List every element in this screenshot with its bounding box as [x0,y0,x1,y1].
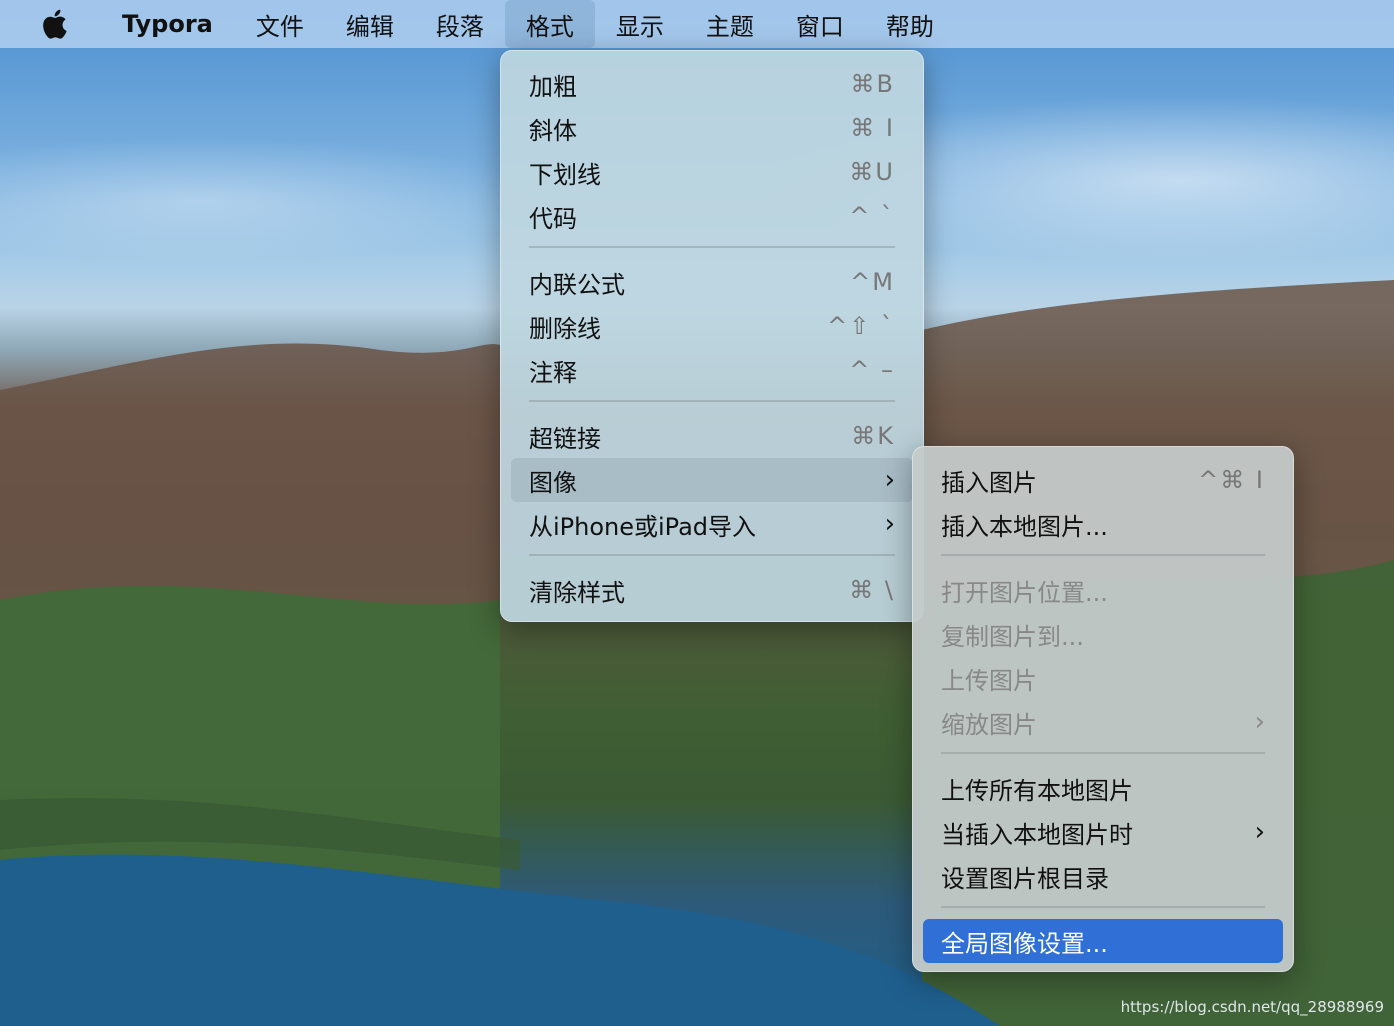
menu-item-label: 插入本地图片... [941,512,1108,541]
menu-item-bold[interactable]: 加粗 ⌘B [511,62,913,106]
menu-item-import-from-iphone[interactable]: 从iPhone或iPad导入 › [511,502,913,546]
submenu-item-when-insert-local-image[interactable]: 当插入本地图片时 › [923,810,1283,854]
menu-item-strikethrough[interactable]: 删除线 ^⇧ ` [511,304,913,348]
menu-item-label: 缩放图片 [941,710,1037,739]
submenu-item-zoom-image[interactable]: 缩放图片 › [923,700,1283,744]
chevron-right-icon: › [884,509,895,539]
menu-separator [941,554,1265,556]
shortcut-label: ^M [850,268,895,296]
menu-item-label: 清除样式 [529,578,625,607]
shortcut-label: ⌘ I [850,114,895,142]
chevron-right-icon: › [1254,707,1265,737]
watermark-text: https://blog.csdn.net/qq_28988969 [1120,998,1384,1016]
menu-item-code[interactable]: 代码 ^ ` [511,194,913,238]
menu-paragraph[interactable]: 段落 [415,0,505,48]
shortcut-label: ^⇧ ` [827,312,895,340]
shortcut-label: ^ ` [849,202,895,230]
menu-item-label: 删除线 [529,314,601,343]
menu-item-label: 下划线 [529,160,601,189]
menu-item-label: 插入图片 [941,468,1037,497]
menu-themes[interactable]: 主题 [685,0,775,48]
menu-item-label: 内联公式 [529,270,625,299]
menu-bar: Typora 文件 编辑 段落 格式 显示 主题 窗口 帮助 [0,0,1394,48]
submenu-item-set-image-root[interactable]: 设置图片根目录 [923,854,1283,898]
menu-file[interactable]: 文件 [235,0,325,48]
menu-separator [529,400,895,402]
menu-window[interactable]: 窗口 [775,0,865,48]
apple-menu[interactable] [0,0,100,48]
menu-format[interactable]: 格式 [504,0,595,48]
apple-icon [43,9,67,39]
menu-item-label: 上传所有本地图片 [941,776,1133,805]
shortcut-label: ⌘U [849,158,895,186]
menu-item-label: 加粗 [529,72,577,101]
menu-separator [941,906,1265,908]
menu-item-clear-format[interactable]: 清除样式 ⌘ \ [511,568,913,612]
chevron-right-icon: › [1254,817,1265,847]
menu-item-hyperlink[interactable]: 超链接 ⌘K [511,414,913,458]
format-menu: 加粗 ⌘B 斜体 ⌘ I 下划线 ⌘U 代码 ^ ` 内联公式 ^M 删除线 ^… [500,50,924,622]
menu-separator [529,246,895,248]
menu-item-label: 上传图片 [941,666,1037,695]
submenu-item-insert-image[interactable]: 插入图片 ^⌘ I [923,458,1283,502]
submenu-item-insert-local-image[interactable]: 插入本地图片... [923,502,1283,546]
chevron-right-icon: › [884,465,895,495]
menu-view[interactable]: 显示 [595,0,685,48]
image-submenu: 插入图片 ^⌘ I 插入本地图片... 打开图片位置... 复制图片到... 上… [912,446,1294,972]
submenu-item-upload-all-local-images[interactable]: 上传所有本地图片 [923,766,1283,810]
menu-item-label: 从iPhone或iPad导入 [529,512,757,541]
submenu-item-upload-image[interactable]: 上传图片 [923,656,1283,700]
menu-item-label: 打开图片位置... [941,578,1108,607]
shortcut-label: ^⌘ I [1198,466,1265,494]
menu-item-label: 斜体 [529,116,577,145]
menu-edit[interactable]: 编辑 [325,0,415,48]
submenu-item-copy-image-to[interactable]: 复制图片到... [923,612,1283,656]
menu-item-image[interactable]: 图像 › [511,458,913,502]
menu-item-comment[interactable]: 注释 ^ – [511,348,913,392]
menu-item-label: 全局图像设置... [941,929,1108,958]
app-menu-typora[interactable]: Typora [100,0,235,48]
shortcut-label: ⌘B [850,70,895,98]
menu-item-label: 复制图片到... [941,622,1084,651]
submenu-item-open-image-location[interactable]: 打开图片位置... [923,568,1283,612]
menu-item-label: 设置图片根目录 [941,864,1109,893]
menu-item-inline-math[interactable]: 内联公式 ^M [511,260,913,304]
shortcut-label: ^ – [849,356,895,384]
menu-separator [941,752,1265,754]
menu-item-label: 注释 [529,358,577,387]
menu-item-label: 超链接 [529,424,601,453]
shortcut-label: ⌘ \ [849,576,895,604]
menu-item-label: 图像 [529,468,577,497]
menu-separator [529,554,895,556]
menu-item-underline[interactable]: 下划线 ⌘U [511,150,913,194]
menu-item-italic[interactable]: 斜体 ⌘ I [511,106,913,150]
menu-help[interactable]: 帮助 [865,0,955,48]
menu-item-label: 当插入本地图片时 [941,820,1133,849]
submenu-item-global-image-settings[interactable]: 全局图像设置... [923,919,1283,963]
shortcut-label: ⌘K [851,422,895,450]
menu-item-label: 代码 [529,204,577,233]
